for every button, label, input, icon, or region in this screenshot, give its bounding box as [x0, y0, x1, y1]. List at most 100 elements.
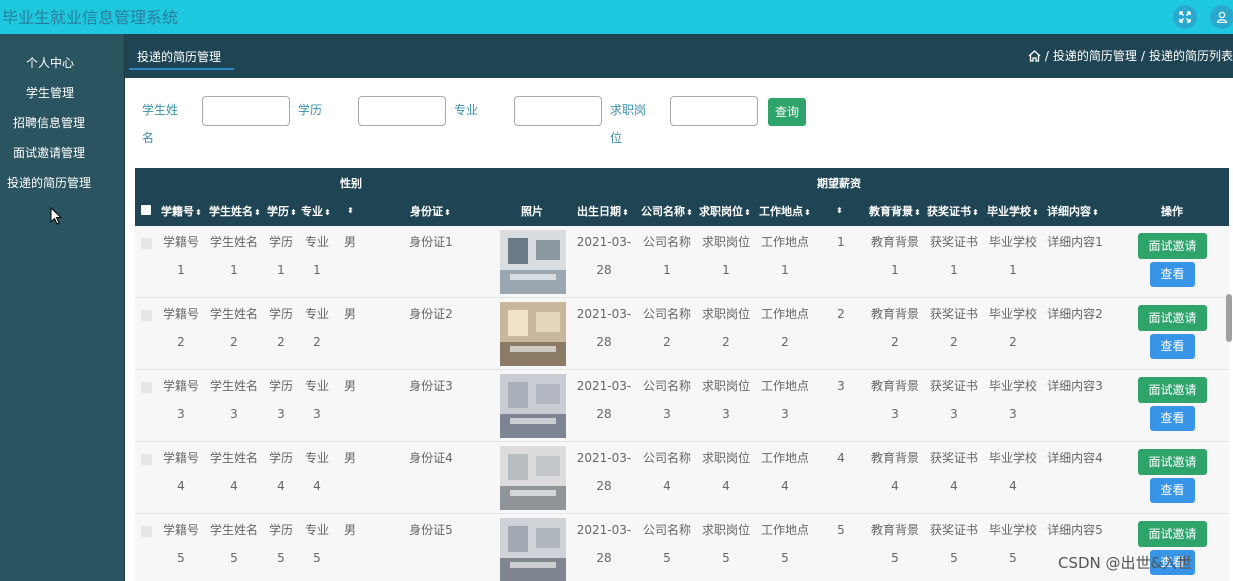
- sidebar: 个人中心 学生管理 招聘信息管理 面试邀请管理 投递的简历管理: [0, 34, 125, 581]
- cell-birth: 2021-03- 28: [576, 235, 632, 277]
- cell-place: 工作地点 5: [760, 523, 809, 565]
- cell-school: 毕业学校 4: [988, 451, 1037, 493]
- content-header: 投递的简历管理 / 投递的简历管理 / 投递的简历列表: [125, 34, 1233, 78]
- search-input-post[interactable]: [670, 96, 758, 126]
- home-icon[interactable]: [1028, 49, 1041, 62]
- col-header[interactable]: 教育背景⬍: [869, 203, 921, 219]
- row-checkbox[interactable]: [141, 238, 152, 249]
- cell-birth: 2021-03- 28: [576, 523, 632, 565]
- search-label-edu: 学历: [298, 103, 323, 117]
- scrollbar[interactable]: [1226, 294, 1232, 342]
- cell-detail: 详细内容5: [1047, 523, 1103, 537]
- breadcrumb-item[interactable]: 投递的简历管理: [1053, 47, 1137, 64]
- cell-name: 学生姓名 2: [209, 307, 258, 349]
- row-checkbox[interactable]: [141, 526, 152, 537]
- col-header[interactable]: 工作地点⬍: [759, 203, 811, 219]
- cell-place: 工作地点 4: [760, 451, 809, 493]
- search-input-edu[interactable]: [358, 96, 446, 126]
- col-header[interactable]: 学籍号⬍: [161, 203, 202, 219]
- sidebar-item-recruitment[interactable]: 招聘信息管理: [0, 110, 125, 136]
- header-salary-group: 期望薪资: [817, 177, 861, 190]
- cell-id: 身份证3: [409, 379, 453, 393]
- col-header[interactable]: 求职岗位⬍: [699, 203, 751, 219]
- cell-major: 专业 1: [304, 235, 329, 277]
- interview-invite-button[interactable]: 面试邀请: [1138, 305, 1207, 331]
- search-label-post: 求职岗位: [610, 103, 647, 145]
- sidebar-item-students[interactable]: 学生管理: [0, 80, 125, 106]
- view-button[interactable]: 查看: [1150, 478, 1195, 503]
- sidebar-item-interviews[interactable]: 面试邀请管理: [0, 140, 125, 166]
- col-header[interactable]: 获奖证书⬍: [927, 203, 979, 219]
- cell-company: 公司名称 4: [642, 451, 691, 493]
- interview-invite-button[interactable]: 面试邀请: [1138, 233, 1207, 259]
- cell-place: 工作地点 2: [760, 307, 809, 349]
- cell-edu: 学历 1: [268, 235, 293, 277]
- cell-birth: 2021-03- 28: [576, 379, 632, 421]
- cell-place: 工作地点 3: [760, 379, 809, 421]
- cell-cert: 获奖证书 1: [929, 235, 978, 277]
- cell-id: 身份证4: [409, 451, 453, 465]
- cell-post: 求职岗位 3: [701, 379, 750, 421]
- interview-invite-button[interactable]: 面试邀请: [1138, 449, 1207, 475]
- col-header: 照片: [521, 205, 543, 218]
- col-header[interactable]: 身份证⬍: [410, 203, 451, 219]
- cell-salary: 1: [837, 235, 845, 249]
- student-photo: [500, 446, 566, 510]
- col-header[interactable]: 公司名称⬍: [641, 203, 693, 219]
- col-header[interactable]: 专业⬍: [301, 203, 331, 219]
- student-photo: [500, 518, 566, 581]
- search-label-major: 专业: [454, 103, 479, 117]
- search-button[interactable]: 查询: [768, 98, 806, 126]
- cell-bg: 教育背景 4: [870, 451, 919, 493]
- col-header[interactable]: ⬍: [346, 203, 354, 216]
- col-header[interactable]: 学生姓名⬍: [209, 203, 261, 219]
- cell-name: 学生姓名 1: [209, 235, 258, 277]
- row-checkbox[interactable]: [141, 382, 152, 393]
- cell-id: 身份证1: [409, 235, 453, 249]
- col-header[interactable]: 详细内容⬍: [1047, 203, 1099, 219]
- row-checkbox[interactable]: [141, 310, 152, 321]
- col-header[interactable]: 学历⬍: [267, 203, 297, 219]
- student-photo: [500, 374, 566, 438]
- student-photo: [500, 230, 566, 294]
- interview-invite-button[interactable]: 面试邀请: [1138, 521, 1207, 547]
- cell-salary: 3: [837, 379, 845, 393]
- user-icon[interactable]: [1210, 5, 1233, 29]
- search-input-name[interactable]: [202, 96, 290, 126]
- app-title: 毕业生就业信息管理系统: [2, 8, 179, 27]
- col-header[interactable]: ⬍: [835, 203, 843, 216]
- view-button[interactable]: 查看: [1150, 262, 1195, 287]
- view-button[interactable]: 查看: [1150, 406, 1195, 431]
- cell-company: 公司名称 2: [642, 307, 691, 349]
- sidebar-item-profile[interactable]: 个人中心: [0, 50, 125, 76]
- view-button[interactable]: 查看: [1150, 334, 1195, 359]
- header-gender-group: 性别: [340, 177, 362, 190]
- expand-icon[interactable]: [1173, 5, 1197, 29]
- interview-invite-button[interactable]: 面试邀请: [1138, 377, 1207, 403]
- cell-cert: 获奖证书 2: [929, 307, 978, 349]
- search-label-name: 学生姓名: [142, 103, 179, 145]
- cell-school: 毕业学校 2: [988, 307, 1037, 349]
- cell-gender: 男: [343, 451, 356, 465]
- sidebar-item-resumes[interactable]: 投递的简历管理: [0, 170, 125, 196]
- cell-salary: 5: [837, 523, 845, 537]
- cell-birth: 2021-03- 28: [576, 307, 632, 349]
- cell-company: 公司名称 3: [642, 379, 691, 421]
- search-input-major[interactable]: [514, 96, 602, 126]
- col-header[interactable]: 出生日期⬍: [577, 203, 629, 219]
- cell-post: 求职岗位 4: [701, 451, 750, 493]
- student-photo: [500, 302, 566, 366]
- row-checkbox[interactable]: [141, 454, 152, 465]
- cell-cert: 获奖证书 3: [929, 379, 978, 421]
- cell-major: 专业 4: [304, 451, 329, 493]
- select-all-checkbox[interactable]: [141, 205, 151, 215]
- col-header[interactable]: 毕业学校⬍: [987, 203, 1039, 219]
- cell-birth: 2021-03- 28: [576, 451, 632, 493]
- cell-id: 身份证2: [409, 307, 453, 321]
- cell-edu: 学历 4: [268, 451, 293, 493]
- top-bar: 毕业生就业信息管理系统: [0, 0, 1233, 34]
- cell-bg: 教育背景 3: [870, 379, 919, 421]
- tab-resumes[interactable]: 投递的简历管理: [129, 46, 234, 70]
- cell-gender: 男: [343, 523, 356, 537]
- cell-name: 学生姓名 4: [209, 451, 258, 493]
